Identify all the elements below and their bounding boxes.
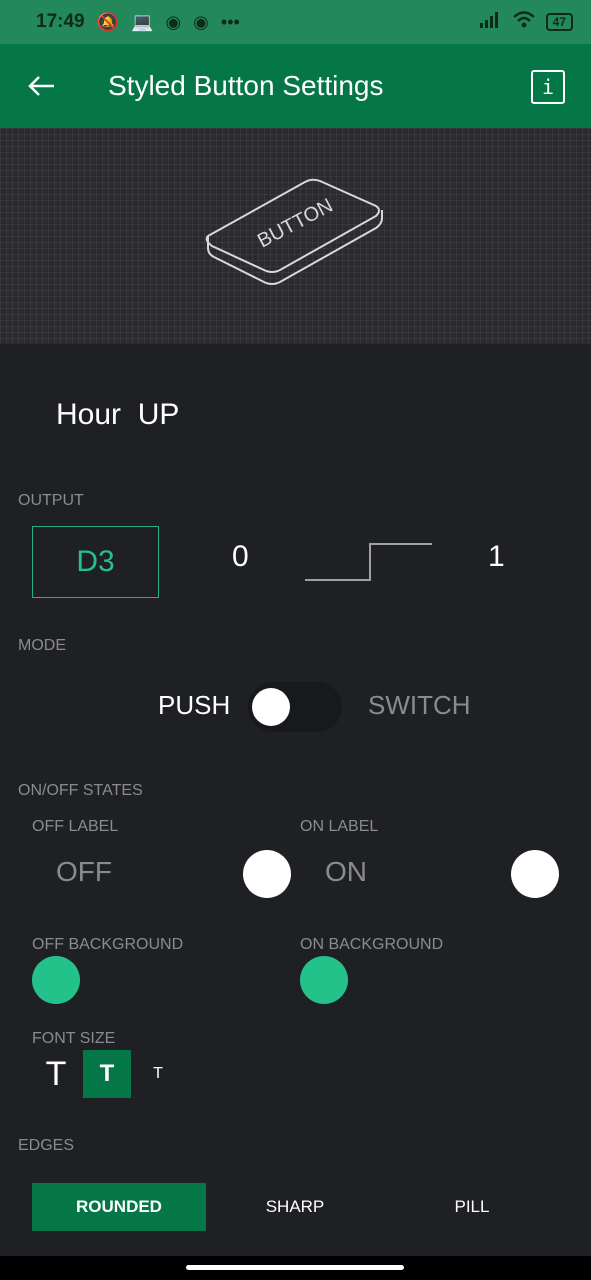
off-text-color-picker[interactable] bbox=[243, 850, 291, 898]
home-indicator[interactable] bbox=[186, 1265, 404, 1270]
discord-icon: ◉ bbox=[193, 11, 209, 32]
on-text-color-picker[interactable] bbox=[511, 850, 559, 898]
font-size-medium-button[interactable]: T bbox=[83, 1050, 131, 1098]
toggle-knob bbox=[252, 688, 290, 726]
high-value-input[interactable]: 1 bbox=[488, 540, 505, 574]
off-background-color-picker[interactable] bbox=[32, 956, 80, 1004]
on-background-color-picker[interactable] bbox=[300, 956, 348, 1004]
more-dots-icon: ••• bbox=[220, 11, 240, 32]
font-size-large-button[interactable]: T bbox=[32, 1050, 80, 1098]
laptop-icon: 💻 bbox=[131, 11, 154, 32]
font-size-small-button[interactable]: T bbox=[134, 1050, 182, 1098]
output-section-label: OUTPUT bbox=[18, 492, 84, 509]
font-size-section-label: FONT SIZE bbox=[32, 1030, 116, 1047]
on-label-title: ON LABEL bbox=[300, 818, 379, 835]
status-time: 17:49 bbox=[36, 11, 85, 32]
widget-name-input[interactable]: Hour UP bbox=[56, 398, 179, 432]
button-illustration: BUTTON bbox=[205, 178, 383, 285]
on-background-title: ON BACKGROUND bbox=[300, 936, 444, 953]
off-label-title: OFF LABEL bbox=[32, 818, 119, 835]
system-nav-bar bbox=[0, 1256, 591, 1280]
off-label-input[interactable]: OFF bbox=[56, 856, 112, 888]
wifi-icon bbox=[512, 10, 536, 34]
states-section-label: ON/OFF STATES bbox=[18, 782, 143, 799]
back-button[interactable] bbox=[26, 74, 56, 98]
status-bar: 17:49 🔕 💻 ◉ ◉ ••• 47 bbox=[0, 0, 591, 44]
page-title: Styled Button Settings bbox=[108, 70, 384, 101]
mute-icon: 🔕 bbox=[96, 11, 120, 32]
mode-push-label: PUSH bbox=[158, 690, 231, 720]
output-pin-select[interactable]: D3 bbox=[32, 526, 159, 598]
discord-icon: ◉ bbox=[165, 11, 182, 32]
arrow-left-icon bbox=[28, 76, 54, 96]
edge-sharp-button[interactable]: SHARP bbox=[208, 1183, 382, 1231]
mode-section-label: MODE bbox=[18, 637, 66, 654]
low-value-input[interactable]: 0 bbox=[232, 540, 249, 574]
edge-pill-button[interactable]: PILL bbox=[385, 1183, 559, 1231]
app-bar: Styled Button Settings i bbox=[0, 44, 591, 128]
mode-toggle[interactable] bbox=[248, 682, 342, 732]
mode-switch-label: SWITCH bbox=[368, 690, 471, 720]
edge-rounded-button[interactable]: ROUNDED bbox=[32, 1183, 206, 1231]
on-label-input[interactable]: ON bbox=[325, 856, 367, 888]
step-signal-icon bbox=[305, 543, 432, 581]
signal-icon bbox=[479, 10, 502, 34]
battery-icon: 47 bbox=[545, 13, 573, 31]
off-background-title: OFF BACKGROUND bbox=[32, 936, 184, 953]
widget-preview: BUTTON bbox=[0, 128, 591, 344]
info-button[interactable]: i bbox=[531, 70, 565, 104]
edges-section-label: EDGES bbox=[18, 1137, 75, 1154]
